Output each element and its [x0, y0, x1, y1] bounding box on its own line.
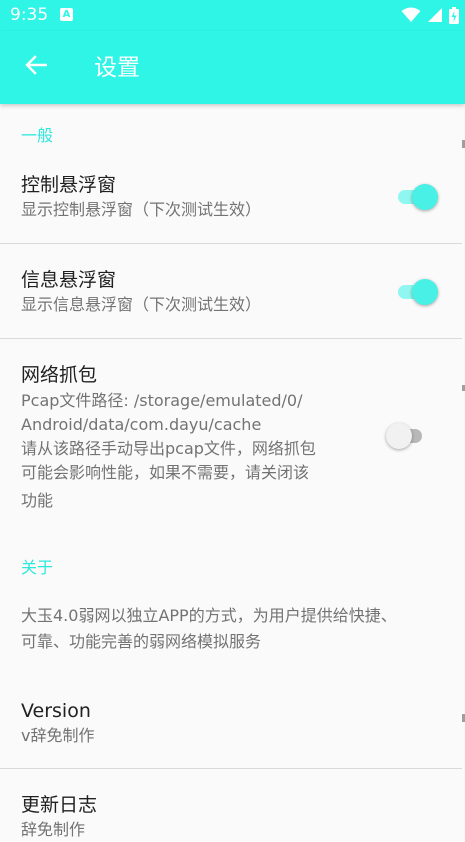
wifi-icon: [401, 7, 421, 23]
battery-icon: [449, 6, 459, 24]
divider: [0, 768, 462, 769]
section-header-about: 关于: [21, 558, 54, 577]
pref-summary-line: 功能: [21, 491, 54, 510]
pref-title: 网络抓包: [21, 364, 98, 386]
status-time: 9:35: [10, 5, 49, 25]
pref-summary-line: Pcap文件路径: /storage/emulated/0/: [21, 391, 303, 410]
about-description-line: 大玉4.0弱网以独立APP的方式，为用户提供给快捷、: [21, 606, 397, 625]
pref-title: 更新日志: [21, 794, 98, 816]
pref-title: 控制悬浮窗: [21, 174, 117, 196]
app-bar: 设置: [0, 31, 465, 104]
about-description-line: 可靠、功能完善的弱网络模拟服务: [21, 632, 262, 651]
packet-capture-switch[interactable]: [386, 419, 430, 453]
pref-summary: 显示控制悬浮窗（下次测试生效）: [21, 200, 262, 219]
switch-thumb: [412, 184, 438, 210]
arrow-left-icon: [25, 55, 48, 79]
page-title: 设置: [94, 55, 140, 81]
signal-icon: [427, 7, 443, 23]
control-float-window-switch[interactable]: [394, 180, 438, 214]
pref-summary-line: 请从该路径手动导出pcap文件，网络抓包: [21, 439, 316, 458]
info-float-window-switch[interactable]: [394, 275, 438, 309]
pref-summary: v辞免制作: [21, 726, 95, 745]
pref-title: Version: [21, 700, 91, 722]
section-header-general: 一般: [21, 126, 54, 145]
notification-a-icon: A: [60, 8, 73, 21]
divider: [0, 243, 462, 244]
pref-summary-line: 可能会影响性能，如果不需要，请关闭该: [21, 463, 310, 482]
switch-thumb: [386, 423, 412, 449]
pref-summary-line: Android/data/com.dayu/cache: [21, 415, 262, 434]
switch-thumb: [412, 279, 438, 305]
status-icons: [401, 5, 459, 25]
back-button[interactable]: [18, 49, 54, 85]
pref-title: 信息悬浮窗: [21, 269, 117, 291]
status-bar: 9:35 A: [0, 0, 465, 31]
divider: [0, 338, 462, 339]
pref-summary: 辞免制作: [21, 820, 86, 839]
pref-summary: 显示信息悬浮窗（下次测试生效）: [21, 295, 262, 314]
